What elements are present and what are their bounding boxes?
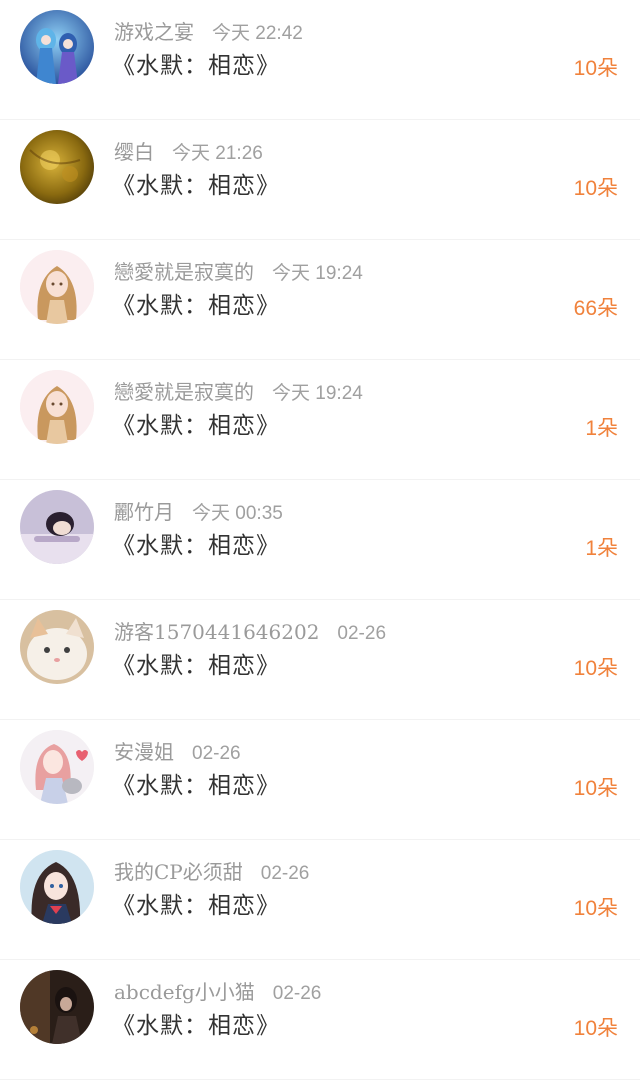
gift-title: 《水默：相恋》 [112, 533, 280, 559]
user-avatar-image [20, 970, 94, 1044]
item-meta: 酈竹月 今天 00:35 [114, 496, 283, 525]
user-name[interactable]: abcdefg小小猫 [114, 980, 255, 1004]
gift-title: 《水默：相恋》 [112, 1013, 280, 1039]
item-meta: 我的CP必须甜 02-26 [114, 856, 309, 885]
flower-count: 10朵 [573, 1017, 618, 1040]
user-avatar-image [20, 490, 94, 564]
timestamp: 今天 00:35 [192, 503, 283, 524]
timestamp: 今天 21:26 [172, 143, 263, 164]
avatar[interactable] [20, 370, 94, 444]
gift-title: 《水默：相恋》 [112, 293, 280, 319]
flower-count: 10朵 [573, 657, 618, 680]
user-name[interactable]: 戀愛就是寂寞的 [114, 260, 254, 284]
timestamp: 今天 19:24 [272, 263, 363, 284]
item-meta: 戀愛就是寂寞的 今天 19:24 [114, 376, 363, 405]
user-name[interactable]: 戀愛就是寂寞的 [114, 380, 254, 404]
flower-count: 1朵 [585, 417, 618, 440]
user-avatar-image [20, 130, 94, 204]
timestamp: 02-26 [272, 983, 322, 1004]
avatar[interactable] [20, 970, 94, 1044]
list-item[interactable]: 游客1570441646202 02-26 《水默：相恋》 10朵 [0, 600, 640, 720]
avatar[interactable] [20, 130, 94, 204]
item-meta: 缨白 今天 21:26 [114, 136, 263, 165]
flower-count: 10朵 [573, 57, 618, 80]
user-name[interactable]: 安漫姐 [114, 740, 174, 764]
avatar[interactable] [20, 10, 94, 84]
flower-count: 10朵 [573, 897, 618, 920]
avatar[interactable] [20, 610, 94, 684]
user-avatar-image [20, 610, 94, 684]
user-name[interactable]: 缨白 [114, 140, 154, 164]
avatar[interactable] [20, 730, 94, 804]
gift-record-list: 游戏之宴 今天 22:42 《水默：相恋》 10朵 缨白 今天 21:26 《水默：… [0, 0, 640, 1080]
flower-count: 66朵 [573, 297, 618, 320]
flower-count: 10朵 [573, 777, 618, 800]
user-name[interactable]: 酈竹月 [114, 500, 174, 524]
list-item[interactable]: abcdefg小小猫 02-26 《水默：相恋》 10朵 [0, 960, 640, 1080]
user-avatar-image [20, 850, 94, 924]
avatar[interactable] [20, 490, 94, 564]
gift-title: 《水默：相恋》 [112, 413, 280, 439]
gift-title: 《水默：相恋》 [112, 893, 280, 919]
user-avatar-image [20, 370, 94, 444]
list-item[interactable]: 酈竹月 今天 00:35 《水默：相恋》 1朵 [0, 480, 640, 600]
avatar[interactable] [20, 250, 94, 324]
list-item[interactable]: 戀愛就是寂寞的 今天 19:24 《水默：相恋》 1朵 [0, 360, 640, 480]
user-avatar-image [20, 250, 94, 324]
flower-count: 10朵 [573, 177, 618, 200]
user-name[interactable]: 我的CP必须甜 [114, 860, 243, 884]
gift-title: 《水默：相恋》 [112, 53, 280, 79]
gift-title: 《水默：相恋》 [112, 653, 280, 679]
timestamp: 今天 22:42 [212, 23, 303, 44]
timestamp: 02-26 [337, 623, 387, 644]
timestamp: 02-26 [192, 743, 241, 764]
gift-title: 《水默：相恋》 [112, 773, 280, 799]
user-avatar-image [20, 10, 94, 84]
timestamp: 02-26 [260, 863, 310, 884]
item-meta: 安漫姐 02-26 [114, 736, 241, 765]
item-meta: 游客1570441646202 02-26 [114, 616, 386, 645]
user-name[interactable]: 游客1570441646202 [114, 620, 319, 644]
gift-title: 《水默：相恋》 [112, 173, 280, 199]
list-item[interactable]: 戀愛就是寂寞的 今天 19:24 《水默：相恋》 66朵 [0, 240, 640, 360]
list-item[interactable]: 安漫姐 02-26 《水默：相恋》 10朵 [0, 720, 640, 840]
avatar[interactable] [20, 850, 94, 924]
item-meta: 游戏之宴 今天 22:42 [114, 16, 303, 45]
list-item[interactable]: 游戏之宴 今天 22:42 《水默：相恋》 10朵 [0, 0, 640, 120]
list-item[interactable]: 缨白 今天 21:26 《水默：相恋》 10朵 [0, 120, 640, 240]
user-avatar-image [20, 730, 94, 804]
item-meta: abcdefg小小猫 02-26 [114, 976, 321, 1005]
list-item[interactable]: 我的CP必须甜 02-26 《水默：相恋》 10朵 [0, 840, 640, 960]
user-name[interactable]: 游戏之宴 [114, 20, 194, 44]
flower-count: 1朵 [585, 537, 618, 560]
timestamp: 今天 19:24 [272, 383, 363, 404]
item-meta: 戀愛就是寂寞的 今天 19:24 [114, 256, 363, 285]
